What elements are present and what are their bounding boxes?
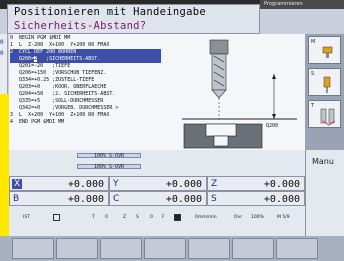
- program-line[interactable]: 3 L X+200 Y+100 Z+100 R0 FMAX: [10, 112, 161, 119]
- softkey-m-icon[interactable]: M: [308, 36, 341, 64]
- left-status-strip: 0 0: [0, 34, 8, 94]
- active-window-indicator: [0, 94, 9, 236]
- softkey-3[interactable]: [100, 238, 142, 259]
- softkey-s-icon[interactable]: S: [308, 68, 341, 96]
- graphic-param-label: Q200: [266, 123, 278, 129]
- machine-info-row: IST T 0 Z S 0 F 0mm/min Ovr 100% M 5/9: [9, 206, 305, 236]
- datum-icon: [53, 214, 60, 221]
- program-listing[interactable]: 0 BEGIN PGM $MDI MM 1 L Z-200 X+100 Y+20…: [9, 34, 162, 150]
- program-line-selected[interactable]: 2 CYCL DEF 200 BOHREN: [10, 49, 161, 56]
- position-axis-y: Y +0.000: [109, 176, 207, 191]
- override-percent: 100%: [251, 215, 264, 220]
- dialog-header: Positionieren mit Handeingabe Sicherheit…: [7, 4, 260, 34]
- position-axis-c: C +0.000: [109, 191, 207, 206]
- left-strip-value-1: 0: [0, 39, 4, 46]
- workpiece-icon: [183, 123, 263, 149]
- program-line-editing[interactable]: Q200=2 ;SICHERHEITS-ABST.: [10, 56, 161, 63]
- tool-number: 0: [105, 215, 108, 220]
- drilling-cycle-illustration: Q200: [162, 34, 305, 150]
- spindle-label: S: [136, 215, 139, 220]
- dialog-prompt: Sicherheits-Abstand?: [14, 20, 147, 32]
- override-text-1: 100% S-OVR: [94, 153, 125, 159]
- tool-axis: Z: [123, 215, 127, 220]
- program-line[interactable]: Q335=+5 ;SOLL-DURCHMESSER: [10, 98, 161, 105]
- program-line[interactable]: 4 END PGM $MDI MM: [10, 119, 161, 126]
- program-line[interactable]: Q334=+0.25 ;ZUSTELL-TIEFE: [10, 77, 161, 84]
- softkey-1[interactable]: [12, 238, 54, 259]
- vertical-softkey-bar: M S T: [305, 34, 344, 150]
- program-line[interactable]: Q201=-20 ;TIEFE: [10, 63, 161, 70]
- left-strip-value-2: 0: [0, 50, 4, 57]
- program-line[interactable]: Q204=+50 ;2. SICHERHEITS-ABST.: [10, 91, 161, 98]
- softkey-6[interactable]: [232, 238, 274, 259]
- spindle-s-icon: [323, 76, 331, 93]
- position-axis-s: S +0.000: [207, 191, 305, 206]
- position-axis-b: B +0.000: [9, 191, 109, 206]
- softkey-2[interactable]: [56, 238, 98, 259]
- override-status-area: 100% S-OVR 100% S-OVR: [9, 150, 305, 176]
- position-axis-z: Z +0.000: [207, 176, 305, 191]
- tool-label: T: [92, 215, 95, 220]
- feed-indicator-icon: [174, 214, 181, 221]
- screen: { "header": { "title": "Positionieren mi…: [0, 0, 344, 261]
- override-label: Ovr: [234, 215, 243, 220]
- horizontal-softkey-bar: [0, 236, 344, 261]
- program-line[interactable]: 0 BEGIN PGM $MDI MM: [10, 35, 161, 42]
- tool-icon: [209, 39, 229, 99]
- override-text-2: 100% S-OVR: [94, 164, 125, 170]
- manual-mode-label: Manu: [312, 157, 334, 166]
- softkey-7[interactable]: [276, 238, 318, 259]
- position-display: X +0.000 Y +0.000 Z +0.000 B +0.000 C +0…: [9, 176, 305, 206]
- programming-mode-bar[interactable]: Programmieren: [260, 0, 344, 9]
- program-line[interactable]: 1 L Z-200 X+100 Y+200 R0 FMAX: [10, 42, 161, 49]
- spindle-value: 0: [150, 215, 153, 220]
- mode-title: Positionieren mit Handeingabe: [14, 6, 207, 18]
- machine-m-icon: [322, 46, 333, 58]
- softkey-t-icon[interactable]: T: [308, 100, 341, 128]
- programming-mode-label: Programmieren: [264, 1, 303, 7]
- help-graphic: Q200: [162, 34, 305, 150]
- program-line[interactable]: Q206=+150 ;VORSCHUB TIEFENZ.: [10, 70, 161, 77]
- program-line[interactable]: Q203=+0 ;KOOR. OBERFLAECHE: [10, 84, 161, 91]
- softkey-5[interactable]: [188, 238, 230, 259]
- manual-mode-panel[interactable]: Manu: [305, 150, 344, 236]
- ist-label: IST: [23, 215, 30, 220]
- tool-call-t-icon: [320, 108, 336, 126]
- program-line[interactable]: Q342=+0 ;VORGEB. DURCHMESSER >: [10, 105, 161, 112]
- position-axis-x: X +0.000: [9, 176, 109, 191]
- softkey-4[interactable]: [144, 238, 186, 259]
- feed-value: 0mm/min: [195, 215, 217, 220]
- feed-label: F: [162, 215, 165, 220]
- m-function-status: M 5/9: [277, 215, 290, 220]
